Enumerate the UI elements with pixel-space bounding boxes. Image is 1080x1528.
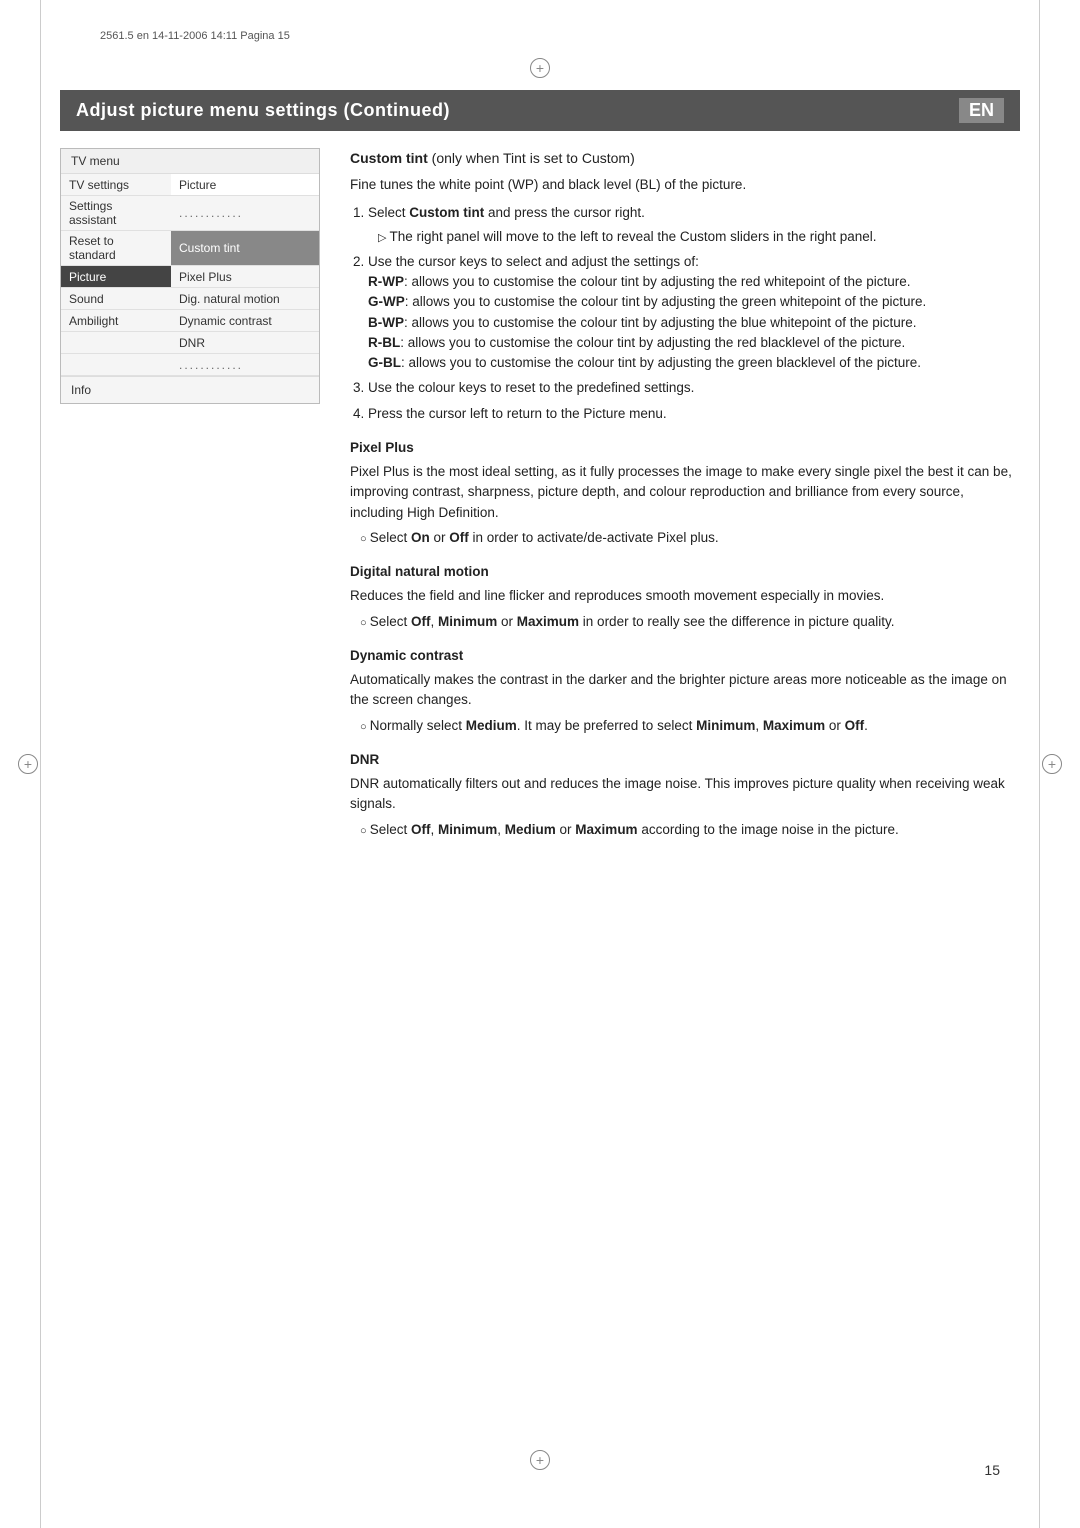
menu-item-sound[interactable]: Sound (61, 288, 171, 309)
reg-mark-left (18, 754, 38, 774)
digital-natural-motion-bullet: Select Off, Minimum or Maximum in order … (360, 612, 1020, 632)
menu-item-dynamic-contrast[interactable]: Dynamic contrast (171, 310, 319, 331)
menu-row: Settings assistant ............ (61, 196, 319, 231)
step-2: Use the cursor keys to select and adjust… (368, 252, 1020, 374)
menu-item-empty-6 (61, 332, 171, 353)
header-meta: 2561.5 en 14-11-2006 14:11 Pagina 15 (100, 30, 290, 42)
menu-row: Ambilight Dynamic contrast (61, 310, 319, 332)
menu-item-dig-natural-motion[interactable]: Dig. natural motion (171, 288, 319, 309)
dynamic-contrast-body: Automatically makes the contrast in the … (350, 670, 1020, 711)
page-number: 15 (984, 1462, 1000, 1478)
menu-item-tv-settings[interactable]: TV settings (61, 174, 171, 195)
reg-mark-right (1042, 754, 1062, 774)
page-title: Adjust picture menu settings (Continued) (76, 100, 450, 121)
tv-menu-title: TV menu (61, 149, 319, 174)
menu-item-dnr[interactable]: DNR (171, 332, 319, 353)
dynamic-contrast-heading: Dynamic contrast (350, 646, 1020, 666)
dynamic-contrast-bullet: Normally select Medium. It may be prefer… (360, 716, 1020, 736)
title-bar: Adjust picture menu settings (Continued)… (60, 90, 1020, 131)
right-panel: Custom tint (only when Tint is set to Cu… (340, 148, 1020, 1428)
pixel-plus-body: Pixel Plus is the most ideal setting, as… (350, 462, 1020, 523)
dnr-bullet: Select Off, Minimum, Medium or Maximum a… (360, 820, 1020, 840)
pixel-plus-heading: Pixel Plus (350, 438, 1020, 458)
menu-row: DNR (61, 332, 319, 354)
digital-natural-motion-heading: Digital natural motion (350, 562, 1020, 582)
section-digital-natural-motion: Digital natural motion Reduces the field… (350, 562, 1020, 632)
menu-row: Picture Pixel Plus (61, 266, 319, 288)
left-panel: TV menu TV settings Picture Settings ass… (60, 148, 320, 1428)
page-border-right (1039, 0, 1040, 1528)
dnr-heading: DNR (350, 750, 1020, 770)
pixel-plus-bullet: Select On or Off in order to activate/de… (360, 528, 1020, 548)
menu-item-reset-to-standard[interactable]: Reset to standard (61, 231, 171, 265)
section-pixel-plus: Pixel Plus Pixel Plus is the most ideal … (350, 438, 1020, 548)
menu-item-pixel-plus[interactable]: Pixel Plus (171, 266, 319, 287)
step-1-sub-item: The right panel will move to the left to… (378, 227, 1020, 247)
menu-item-picture[interactable]: Picture (171, 174, 319, 195)
menu-dots-1: ............ (171, 196, 319, 230)
menu-item-info[interactable]: Info (61, 376, 319, 403)
dnr-bullets: Select Off, Minimum, Medium or Maximum a… (350, 820, 1020, 840)
pixel-plus-bullets: Select On or Off in order to activate/de… (350, 528, 1020, 548)
custom-tint-intro: Fine tunes the white point (WP) and blac… (350, 175, 1020, 195)
reg-mark-bottom (530, 1450, 550, 1470)
menu-item-empty-7 (61, 354, 171, 375)
section-dnr: DNR DNR automatically filters out and re… (350, 750, 1020, 840)
digital-natural-motion-bullets: Select Off, Minimum or Maximum in order … (350, 612, 1020, 632)
page-border-left (40, 0, 41, 1528)
menu-row: ............ (61, 354, 319, 376)
custom-tint-steps: Select Custom tint and press the cursor … (350, 203, 1020, 424)
step-1: Select Custom tint and press the cursor … (368, 203, 1020, 247)
dynamic-contrast-bullets: Normally select Medium. It may be prefer… (350, 716, 1020, 736)
step-3: Use the colour keys to reset to the pred… (368, 378, 1020, 398)
menu-row: TV settings Picture (61, 174, 319, 196)
menu-item-settings-assistant[interactable]: Settings assistant (61, 196, 171, 230)
lang-badge: EN (959, 98, 1004, 123)
menu-row: Reset to standard Custom tint (61, 231, 319, 266)
custom-tint-heading: Custom tint (only when Tint is set to Cu… (350, 148, 1020, 169)
menu-dots-7: ............ (171, 354, 319, 375)
menu-item-custom-tint[interactable]: Custom tint (171, 231, 319, 265)
step-1-sub: The right panel will move to the left to… (368, 227, 1020, 247)
main-content: TV menu TV settings Picture Settings ass… (60, 148, 1020, 1428)
menu-row: Sound Dig. natural motion (61, 288, 319, 310)
dnr-body: DNR automatically filters out and reduce… (350, 774, 1020, 815)
tv-menu-box: TV menu TV settings Picture Settings ass… (60, 148, 320, 404)
digital-natural-motion-body: Reduces the field and line flicker and r… (350, 586, 1020, 606)
menu-item-ambilight[interactable]: Ambilight (61, 310, 171, 331)
section-dynamic-contrast: Dynamic contrast Automatically makes the… (350, 646, 1020, 736)
step-4: Press the cursor left to return to the P… (368, 404, 1020, 424)
reg-mark-top (530, 58, 550, 78)
menu-item-picture-selected[interactable]: Picture (61, 266, 171, 287)
section-custom-tint: Custom tint (only when Tint is set to Cu… (350, 148, 1020, 424)
